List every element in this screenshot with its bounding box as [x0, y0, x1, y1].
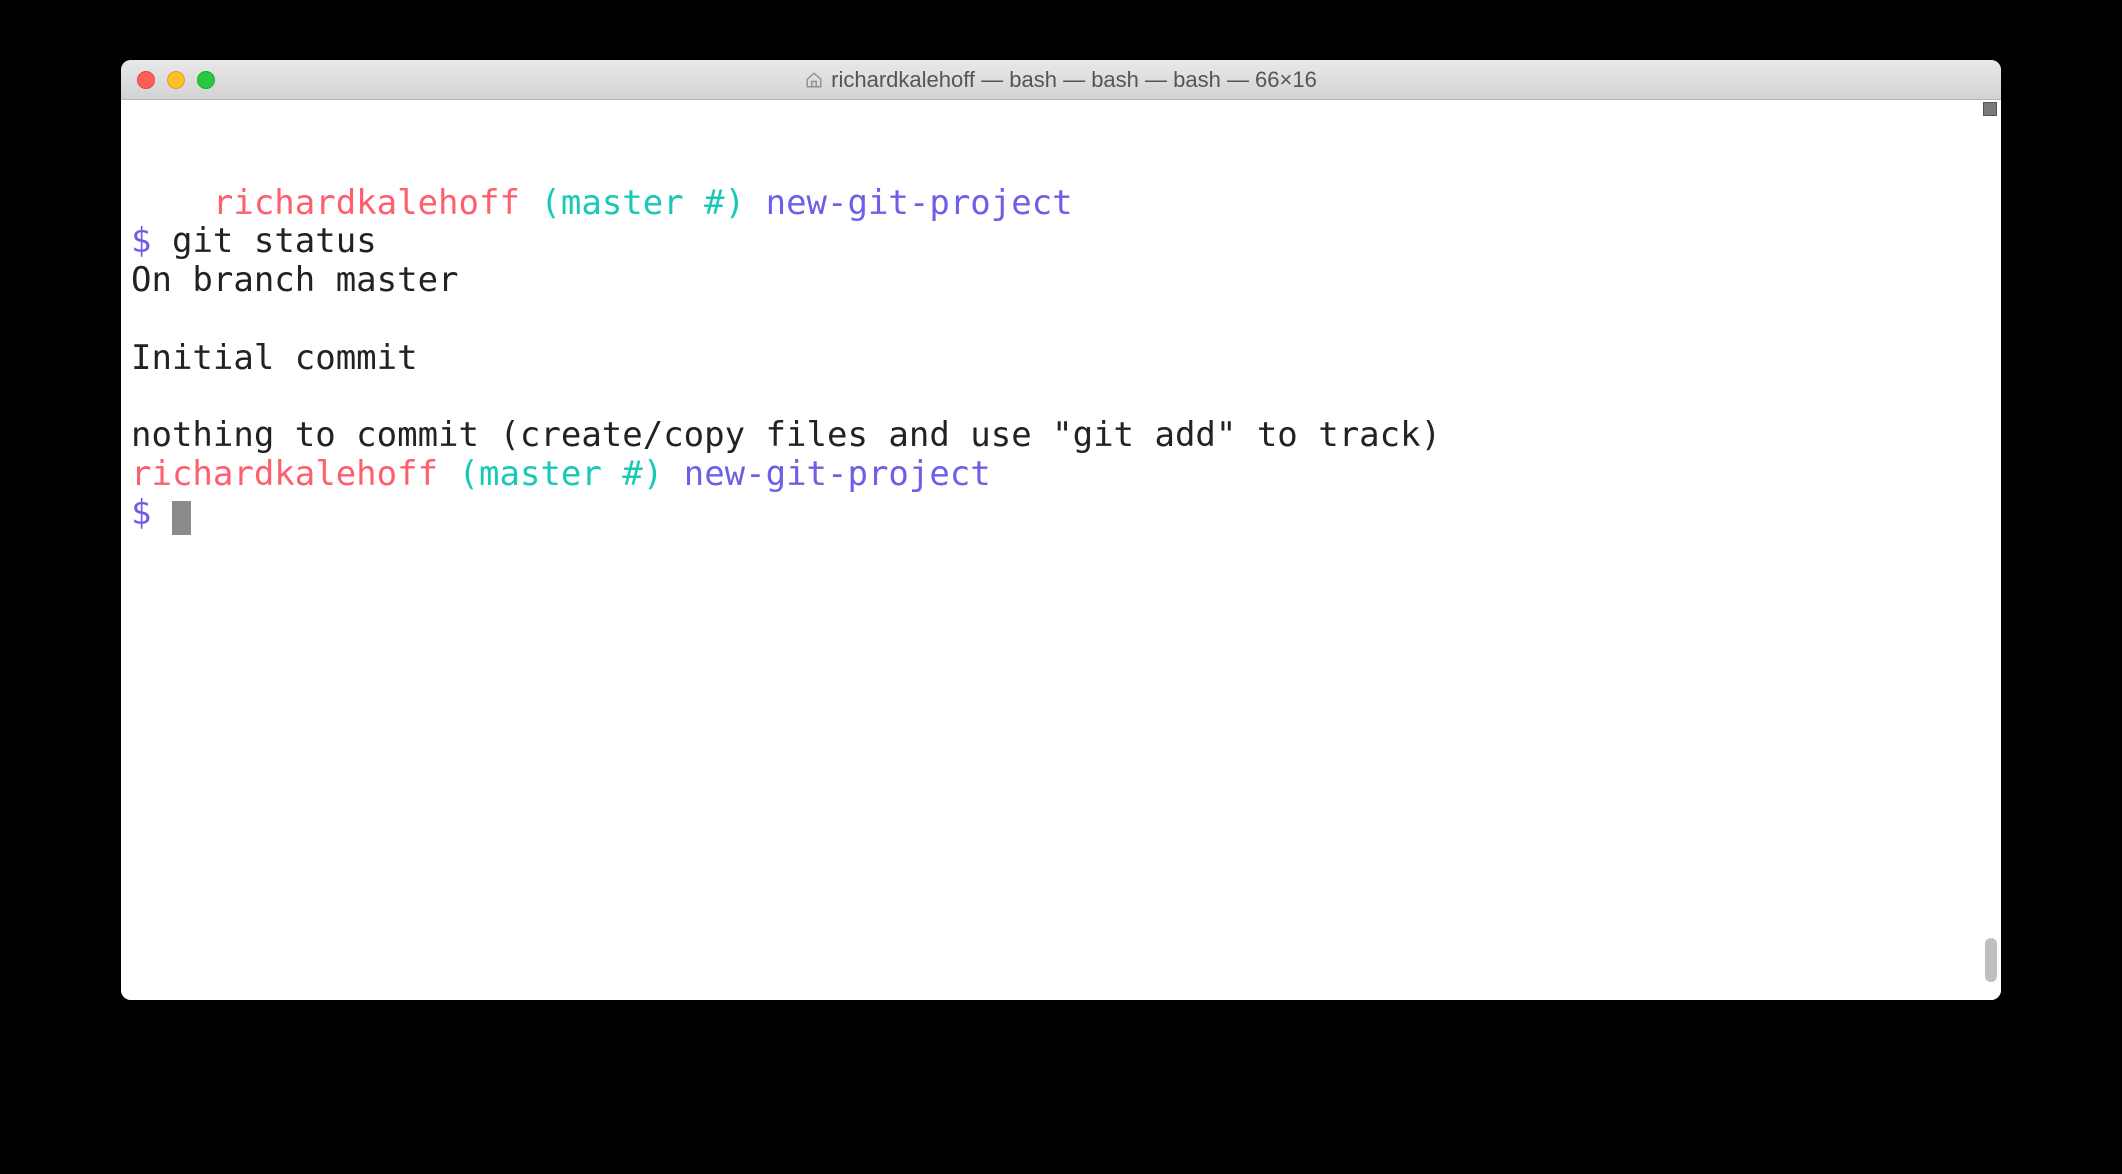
prompt-user: richardkalehoff	[213, 183, 520, 223]
traffic-lights	[121, 71, 215, 89]
output-line: On branch master	[131, 260, 459, 300]
window-title-text: richardkalehoff — bash — bash — bash — 6…	[831, 67, 1317, 93]
prompt-branch: (master #)	[459, 454, 664, 494]
maximize-button[interactable]	[197, 71, 215, 89]
minimize-button[interactable]	[167, 71, 185, 89]
close-button[interactable]	[137, 71, 155, 89]
prompt-symbol: $	[131, 221, 151, 261]
prompt-path: new-git-project	[684, 454, 991, 494]
terminal-content[interactable]: richardkalehoff (master #) new-git-proje…	[121, 100, 2001, 1000]
terminal-window: richardkalehoff — bash — bash — bash — 6…	[121, 60, 2001, 1000]
prompt-path: new-git-project	[766, 183, 1073, 223]
scrollbar-thumb[interactable]	[1985, 938, 1997, 982]
cursor	[172, 501, 191, 535]
scroll-marker-icon	[1983, 102, 1997, 116]
window-title: richardkalehoff — bash — bash — bash — 6…	[121, 67, 2001, 93]
command-text: git status	[172, 221, 377, 261]
prompt-branch: (master #)	[540, 183, 745, 223]
home-icon	[805, 71, 823, 89]
prompt-symbol: $	[131, 493, 151, 533]
titlebar[interactable]: richardkalehoff — bash — bash — bash — 6…	[121, 60, 2001, 100]
output-line: Initial commit	[131, 338, 418, 378]
output-line: nothing to commit (create/copy files and…	[131, 415, 1441, 455]
prompt-user: richardkalehoff	[131, 454, 438, 494]
